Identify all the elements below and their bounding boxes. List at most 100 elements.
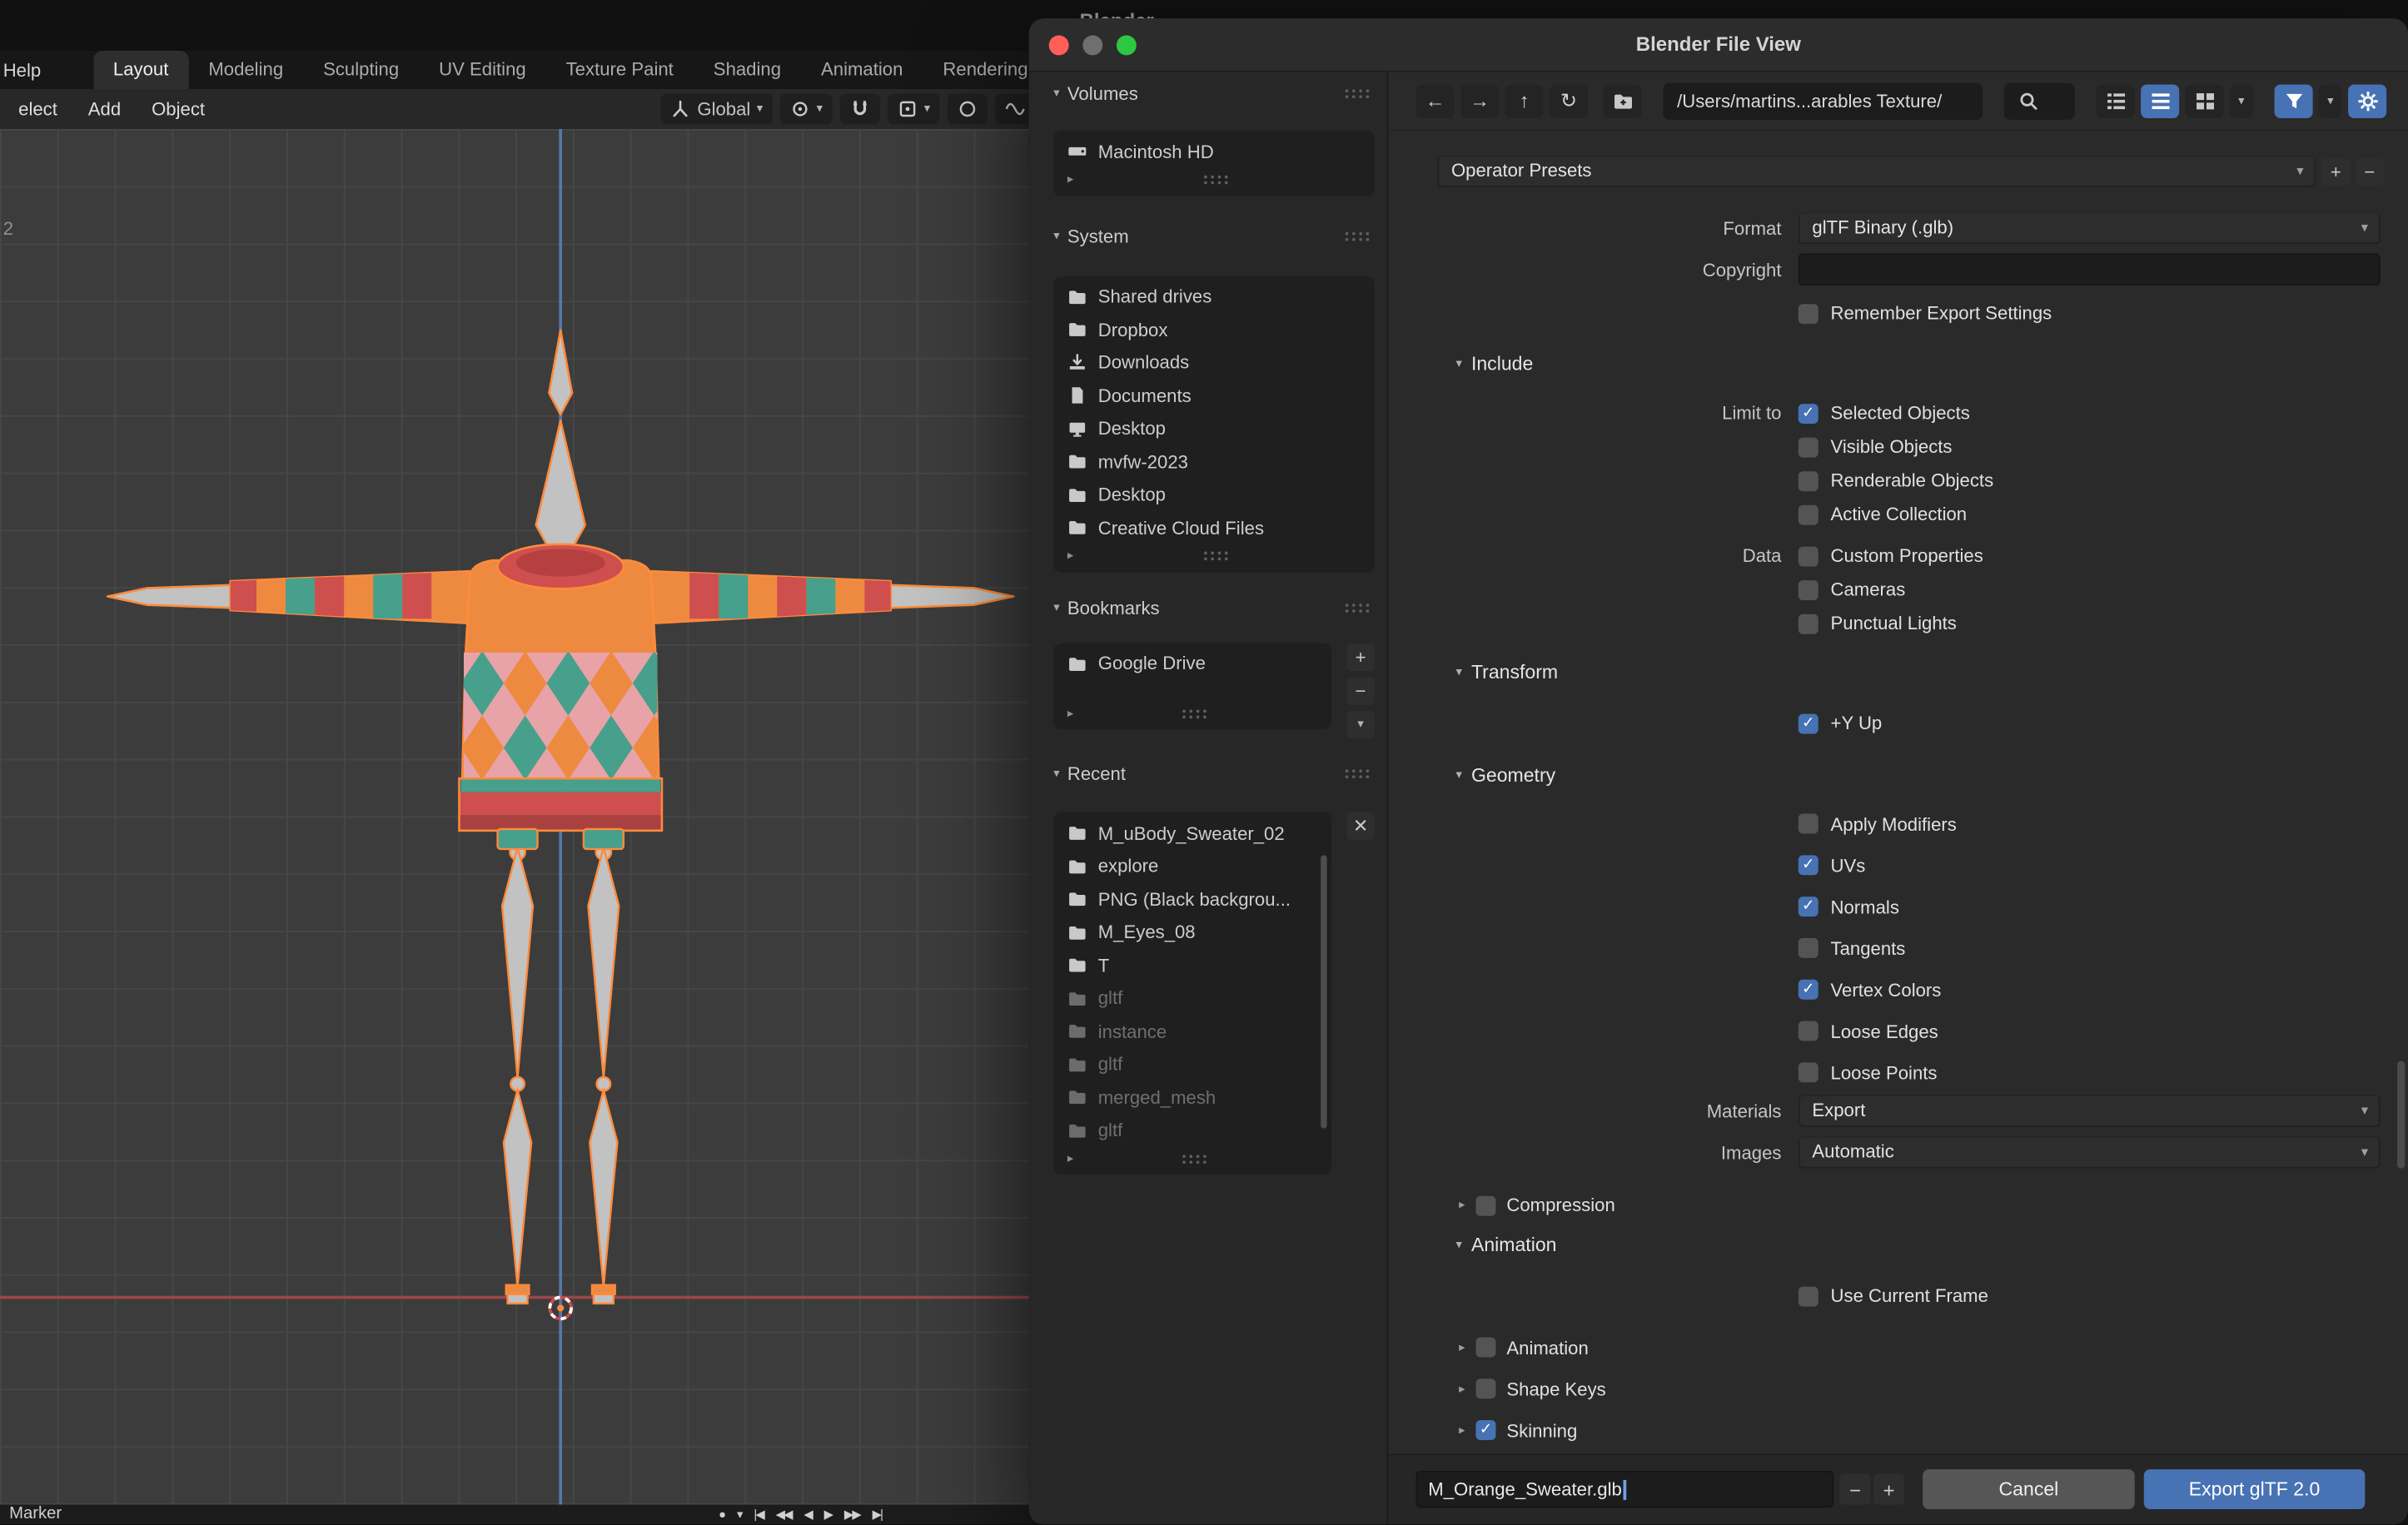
checkbox-tangents[interactable] [1798,937,1818,958]
section-system-header[interactable]: System [1053,222,1374,250]
section-volumes-header[interactable]: Volumes [1053,80,1374,107]
checkbox-animation[interactable] [1475,1337,1496,1358]
checkbox-remember-export-settings[interactable] [1798,303,1818,324]
file-item-desktop[interactable]: Desktop [1053,412,1374,445]
dialog-titlebar[interactable]: Blender File View [1028,18,2408,72]
menu-elect[interactable]: elect [3,98,73,120]
file-item-t[interactable]: T [1053,949,1331,982]
file-item-merged-mesh[interactable]: merged_mesh [1053,1080,1331,1114]
up-button[interactable]: ↑ [1505,83,1544,118]
snap-toggle[interactable] [839,93,880,125]
file-item-gltf[interactable]: gltf [1053,1048,1331,1081]
transform-section-header[interactable]: Transform [1455,658,1558,686]
chevron-right-icon[interactable] [1459,1341,1465,1354]
file-item-documents[interactable]: Documents [1053,380,1374,413]
checkbox-loose-points[interactable] [1798,1062,1818,1083]
file-item-png-black-backgrou[interactable]: PNG (Black backgrou... [1053,883,1331,916]
materials-dropdown[interactable]: Export [1798,1095,2381,1127]
file-item-m-ubody-sweater-02[interactable]: M_uBody_Sweater_02 [1053,817,1331,850]
checkbox-compression[interactable] [1475,1195,1496,1215]
checkbox-skinning[interactable] [1475,1420,1496,1441]
file-item-shared-drives[interactable]: Shared drives [1053,281,1374,314]
checkbox-normals[interactable] [1798,897,1818,917]
menu-add[interactable]: Add [72,98,136,120]
checkbox-cameras[interactable] [1798,579,1818,600]
scrollbar-thumb[interactable] [2397,1061,2406,1169]
transform-orientation-dropdown[interactable]: Global [660,93,773,125]
proportional-editing-toggle[interactable] [947,93,988,125]
file-item-mvfw-2023[interactable]: mvfw-2023 [1053,445,1374,479]
checkbox-active-collection[interactable] [1798,504,1818,524]
checkbox-selected-objects[interactable] [1798,403,1818,424]
chevron-right-icon[interactable] [1459,1199,1465,1211]
grip-icon[interactable] [1202,173,1232,186]
pivot-point-dropdown[interactable] [779,93,833,125]
checkbox-vertex-colors[interactable] [1798,979,1818,1000]
grip-icon[interactable] [1202,549,1232,562]
filename-input[interactable]: M_Orange_Sweater.glb [1415,1470,1834,1508]
checkbox-use-current-frame[interactable] [1798,1285,1818,1306]
display-mode-detail-button[interactable] [2096,83,2135,118]
file-item-explore[interactable]: explore [1053,850,1331,883]
tab-modeling[interactable]: Modeling [188,51,303,89]
tab-sculpting[interactable]: Sculpting [303,51,419,89]
file-item-macintosh-hd[interactable]: Macintosh HD [1053,135,1374,168]
file-item-m-eyes-08[interactable]: M_Eyes_08 [1053,916,1331,949]
chevron-right-icon[interactable] [1067,707,1073,719]
geometry-section-header[interactable]: Geometry [1455,762,1555,789]
file-item-gltf[interactable]: gltf [1053,981,1331,1015]
prev-keyframe-button[interactable]: ◀◀ [776,1508,794,1521]
auto-keying-button[interactable]: ● [719,1508,726,1521]
animation-section-header[interactable]: Animation [1455,1231,1557,1259]
file-item-desktop[interactable]: Desktop [1053,479,1374,512]
tab-animation[interactable]: Animation [801,51,923,89]
operator-presets-dropdown[interactable]: Operator Presets [1437,155,2316,188]
tab-layout[interactable]: Layout [92,50,189,89]
display-mode-list-button[interactable] [2141,83,2180,118]
file-item-gltf[interactable]: gltf [1053,1114,1331,1147]
character-model[interactable] [0,129,1029,1505]
checkbox-shape-keys[interactable] [1475,1378,1496,1399]
forward-button[interactable]: → [1460,83,1500,118]
copyright-input[interactable] [1798,253,2381,286]
clear-recent-button[interactable]: ✕ [1346,812,1375,840]
menu-help[interactable]: Help [0,59,53,81]
scrollbar-thumb[interactable] [1321,855,1327,1129]
file-item-downloads[interactable]: Downloads [1053,346,1374,380]
grip-icon[interactable] [1180,1152,1211,1165]
chevron-right-icon[interactable] [1067,549,1073,562]
display-mode-menu-button[interactable] [2230,83,2253,118]
next-keyframe-button[interactable]: ▶▶ [844,1508,862,1521]
filter-menu-button[interactable] [2319,83,2342,118]
options-gear-button[interactable] [2348,83,2387,118]
path-field[interactable]: /Users/martins...arables Texture/ [1663,82,1983,119]
add-preset-button[interactable]: + [2321,157,2350,186]
cancel-button[interactable]: Cancel [1923,1469,2135,1510]
display-mode-thumbnail-button[interactable] [2185,83,2224,118]
remove-bookmark-button[interactable]: − [1346,676,1375,704]
checkbox-uvs[interactable] [1798,855,1818,876]
section-recent-header[interactable]: Recent [1053,760,1374,787]
3d-viewport[interactable]: 2 [0,128,1029,1505]
chevron-right-icon[interactable] [1459,1424,1465,1437]
chevron-right-icon[interactable] [1067,173,1073,186]
remove-preset-button[interactable]: − [2356,157,2384,186]
file-item-google-drive[interactable]: Google Drive [1053,647,1331,680]
format-dropdown[interactable]: glTF Binary (.glb) [1798,211,2381,245]
file-item-dropbox[interactable]: Dropbox [1053,313,1374,346]
jump-to-start-button[interactable]: |◀ [754,1508,764,1521]
play-button[interactable]: ▶ [824,1508,833,1521]
include-section-header[interactable]: Include [1455,350,1533,378]
export-button[interactable]: Export glTF 2.0 [2143,1469,2366,1510]
checkbox-loose-edges[interactable] [1798,1021,1818,1041]
section-bookmarks-header[interactable]: Bookmarks [1053,594,1374,621]
create-folder-button[interactable] [1603,83,1642,118]
snap-with-dropdown[interactable] [887,93,940,125]
file-item-instance[interactable]: instance [1053,1015,1331,1048]
add-bookmark-button[interactable]: + [1346,642,1375,671]
decrement-filename-button[interactable]: − [1839,1473,1871,1505]
tab-shading[interactable]: Shading [694,51,801,89]
checkbox-visible-objects[interactable] [1798,436,1818,457]
play-reverse-button[interactable]: ◀ [803,1508,813,1521]
filter-button[interactable] [2274,83,2313,118]
